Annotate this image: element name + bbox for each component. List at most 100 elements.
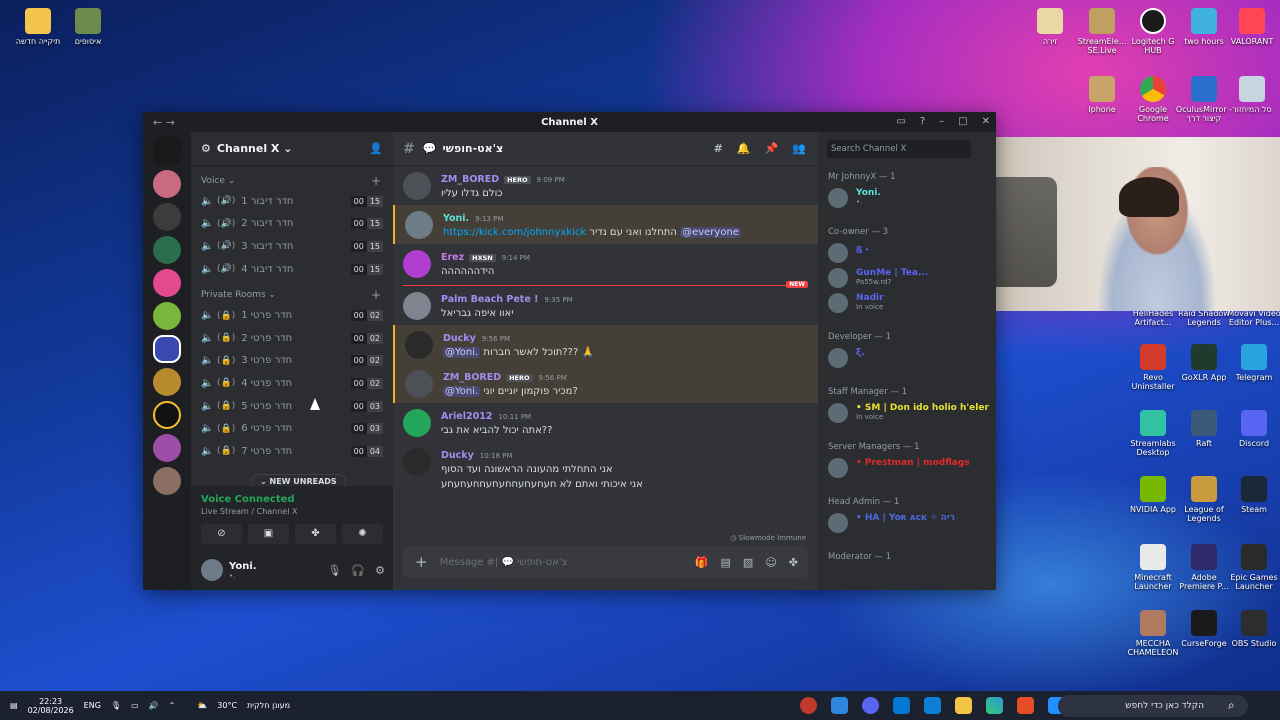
weather-text[interactable]: מעונן חלקית (247, 701, 290, 710)
gif-icon[interactable]: ▤ (721, 556, 731, 569)
weather-icon[interactable]: ⛅ (197, 701, 207, 710)
message-author[interactable]: Palm Beach Pete ! (441, 294, 538, 305)
weather-temp[interactable]: 30°C (217, 701, 237, 710)
sticker-icon[interactable]: ▧ (743, 556, 753, 569)
headphones-icon[interactable]: 🎧 (351, 564, 365, 577)
message-link[interactable]: https://kick.com/johnnyxkick (443, 227, 586, 238)
channel-x-server-icon[interactable] (153, 335, 181, 363)
taskbar-search[interactable]: הקלד כאן כדי לחפש (1058, 695, 1248, 717)
message[interactable]: Palm Beach Pete ! 9:35 PM יאוו איפה גבריאל (393, 286, 818, 325)
private-channel[interactable]: 🔈 (🔒) חדר פרטי 2 00 02 (191, 327, 393, 350)
minimize-button[interactable]: – (939, 112, 944, 132)
avatar[interactable] (405, 331, 433, 359)
taskbar-app-icon[interactable] (831, 697, 848, 714)
member-item[interactable]: ß・ (828, 243, 871, 263)
message[interactable]: Erez HXSN 9:14 PM הידהההההה (393, 244, 818, 283)
private-channel[interactable]: 🔈 (🔒) חדר פרטי 1 00 02 (191, 304, 393, 327)
voice-connected-title[interactable]: Voice Connected (201, 494, 383, 505)
user-mention[interactable]: @Yoni. (443, 347, 481, 358)
avatar[interactable] (201, 559, 223, 581)
message-input[interactable]: + Message #| 💬 צ'אט-חופשי 🎁 ▤ ▧ ☺ ✤ (403, 546, 808, 578)
copilot-icon[interactable] (986, 697, 1003, 714)
private-channel[interactable]: 🔈 (🔒) חדר פרטי 4 00 02 (191, 372, 393, 395)
pin-icon[interactable]: 📌 (765, 142, 779, 155)
screen-share-button[interactable]: ▣ (248, 524, 289, 544)
server-icon[interactable] (153, 302, 181, 330)
desktop-icon[interactable]: OBS Studio (1224, 610, 1280, 648)
message-author[interactable]: Erez (441, 252, 464, 263)
inbox-icon[interactable]: ▭ (896, 112, 905, 132)
search-input[interactable]: Search Channel X (827, 140, 971, 158)
camera-off-button[interactable]: ⊘ (201, 524, 242, 544)
discord-icon[interactable] (862, 697, 879, 714)
desktop-icon-zira[interactable]: זירה (1020, 8, 1080, 46)
member-item[interactable]: • Prestman | modflags (828, 458, 970, 478)
file-explorer-icon[interactable] (955, 697, 972, 714)
voice-channel[interactable]: 🔈 (🔊) חדר דיבור 2 00 15 (191, 213, 393, 236)
message[interactable]: Yoni. 9:13 PM https://kick.com/johnnyxkick… (393, 205, 818, 244)
taskbar-app-icon[interactable] (1017, 697, 1034, 714)
voice-channel[interactable]: 🔈 (🔊) חדר דיבור 4 00 15 (191, 258, 393, 281)
server-icon[interactable] (153, 269, 181, 297)
private-channel[interactable]: 🔈 (🔒) חדר פרטי 3 00 02 (191, 350, 393, 373)
avatar[interactable] (405, 370, 433, 398)
avatar[interactable] (403, 409, 431, 437)
help-icon[interactable]: ? (920, 112, 925, 132)
desktop-icon[interactable]: Telegram (1224, 344, 1280, 382)
notification-icon[interactable]: ▤ (10, 701, 18, 710)
everyone-mention[interactable]: @everyone (680, 227, 741, 238)
member-item[interactable]: GunMe | Tea... Pa55w.rd? (828, 268, 928, 288)
taskbar-app-icon[interactable] (800, 697, 817, 714)
add-member-icon[interactable]: 👤 (369, 142, 383, 155)
voice-connected-channel[interactable]: Live Stream / Channel X (201, 507, 383, 516)
message-author[interactable]: ZM_BORED (441, 174, 499, 185)
member-item[interactable]: Yoni. •. (828, 188, 881, 208)
server-icon[interactable] (153, 467, 181, 495)
store-icon[interactable] (924, 697, 941, 714)
clock[interactable]: 22:23 02/08/2026 (28, 697, 74, 715)
server-icon[interactable] (153, 203, 181, 231)
emoji-icon[interactable]: ☺ (765, 556, 776, 569)
voice-channel[interactable]: 🔈 (🔊) חדר דיבור 1 00 15 (191, 190, 393, 213)
server-icon[interactable] (153, 434, 181, 462)
private-channel[interactable]: 🔈 (🔒) חדר פרטי 5 00 03 (191, 395, 393, 418)
desktop-icon-collections[interactable]: איסופים (58, 8, 118, 46)
server-icon[interactable] (153, 401, 181, 429)
outlook-icon[interactable] (893, 697, 910, 714)
attach-plus-icon[interactable]: + (415, 553, 428, 571)
message[interactable]: ZM_BORED HERO 9:09 PM כולם גדלו עליו (393, 166, 818, 205)
avatar[interactable] (403, 172, 431, 200)
avatar[interactable] (403, 292, 431, 320)
activities-button[interactable]: ✤ (295, 524, 336, 544)
apps-icon[interactable]: ✤ (789, 556, 798, 569)
message[interactable]: Ducky 9:56 PM @Yoni. תוכל לאשר חברות??? 🙏 (393, 325, 818, 364)
language-indicator[interactable]: ENG (84, 701, 101, 710)
add-channel-icon[interactable]: + (371, 288, 381, 302)
microphone-icon[interactable]: 🎙 (327, 564, 341, 577)
soundboard-button[interactable]: ✺ (342, 524, 383, 544)
avatar[interactable] (405, 211, 433, 239)
member-item[interactable]: ξ. (828, 348, 865, 368)
avatar[interactable] (403, 448, 431, 476)
message-author[interactable]: Ariel2012 (441, 411, 492, 422)
voice-channel[interactable]: 🔈 (🔊) חדר דיבור 3 00 15 (191, 235, 393, 258)
message-author[interactable]: ZM_BORED (443, 372, 501, 383)
avatar[interactable] (403, 250, 431, 278)
chevron-up-icon[interactable]: ⌃ (169, 701, 176, 710)
network-icon[interactable]: ▭ (131, 701, 139, 710)
member-item[interactable]: • SM | Don ido holio h'eler In voice (828, 403, 989, 423)
user-mention[interactable]: @Yoni. (443, 386, 481, 397)
private-rooms-category[interactable]: Private Rooms ⌄ + (191, 280, 393, 304)
search-icon[interactable]: ⌕ (1228, 698, 1235, 713)
maximize-button[interactable]: □ (958, 112, 967, 132)
member-item[interactable]: Nadir In voice (828, 293, 884, 313)
message-author[interactable]: Yoni. (443, 213, 469, 224)
server-icon[interactable] (153, 368, 181, 396)
desktop-icon[interactable]: Epic Games Launcher (1224, 544, 1280, 591)
close-button[interactable]: ✕ (982, 112, 990, 132)
message[interactable]: Ariel2012 10:11 PM אתה יכול להביא את גבי?? (393, 403, 818, 442)
server-icon[interactable] (153, 170, 181, 198)
message-author[interactable]: Ducky (443, 333, 476, 344)
desktop-icon[interactable]: Steam (1224, 476, 1280, 514)
desktop-icon-valorant[interactable]: VALORANT (1222, 8, 1280, 46)
